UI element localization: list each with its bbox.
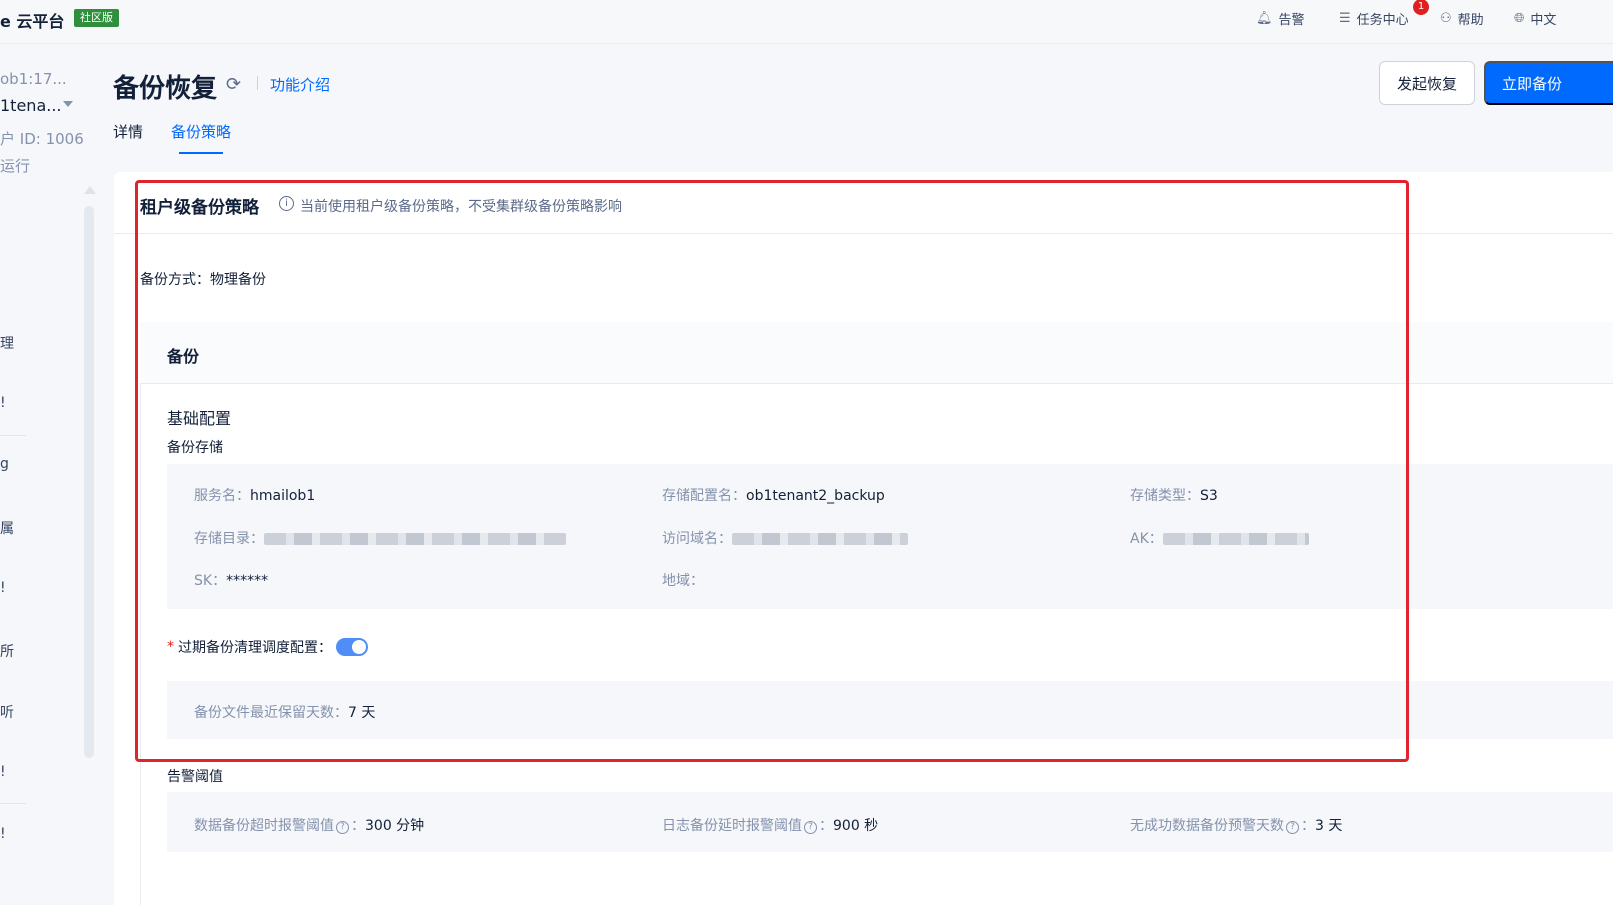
- log-delay-value: 900 秒: [833, 818, 879, 834]
- question-circle-icon[interactable]: ?: [804, 821, 817, 834]
- help-menu[interactable]: ⚇ 帮助: [1440, 9, 1484, 28]
- chevron-down-icon[interactable]: [63, 101, 73, 107]
- log-delay-field: 日志备份延时报警阈值? ：900 秒: [662, 818, 879, 834]
- alert-threshold-heading: 告警阈值: [167, 769, 223, 785]
- sidebar-tenant-id: 户 ID: 1006: [0, 130, 84, 148]
- sidebar-item[interactable]: 听: [0, 702, 14, 722]
- lightbulb-icon: ⚇: [1440, 11, 1452, 26]
- tab-details[interactable]: 详情: [113, 121, 143, 142]
- title-divider: [257, 76, 258, 90]
- sidebar-item[interactable]: 所: [0, 641, 14, 661]
- page-title: 备份恢复: [113, 74, 218, 104]
- alerts-label: 告警: [1278, 13, 1305, 28]
- data-timeout-value: 300 分钟: [365, 818, 425, 834]
- sidebar-item[interactable]: 理: [0, 333, 14, 353]
- sidebar-cluster-name: ob1:17...: [0, 70, 67, 88]
- sidebar-item[interactable]: !: [0, 580, 6, 596]
- task-center-menu[interactable]: ☰ 任务中心 1: [1339, 0, 1429, 28]
- list-icon: ☰: [1339, 11, 1351, 26]
- sidebar-divider: [0, 803, 26, 804]
- no-success-label: 无成功数据备份预警天数: [1130, 818, 1284, 834]
- task-count-badge: 1: [1413, 0, 1429, 15]
- globe-icon: 🌐︎: [1514, 11, 1525, 26]
- task-center-label: 任务中心: [1356, 13, 1409, 28]
- alerts-menu[interactable]: 🔔︎ 告警: [1256, 9, 1305, 28]
- brand-logo-text[interactable]: e 云平台: [0, 8, 64, 32]
- backup-now-button[interactable]: 立即备份: [1484, 61, 1613, 105]
- question-circle-icon[interactable]: ?: [336, 821, 349, 834]
- log-delay-label: 日志备份延时报警阈值: [662, 818, 802, 834]
- sidebar-item[interactable]: g: [0, 456, 9, 472]
- refresh-icon[interactable]: ⟳: [226, 74, 241, 95]
- sidebar-item[interactable]: !: [0, 395, 6, 411]
- start-restore-button[interactable]: 发起恢复: [1379, 61, 1475, 105]
- active-tab-indicator: [179, 152, 223, 154]
- bell-icon: 🔔︎: [1256, 11, 1273, 26]
- question-circle-icon[interactable]: ?: [1286, 821, 1299, 834]
- sidebar-item[interactable]: !: [0, 764, 6, 780]
- sidebar-item[interactable]: !: [0, 826, 6, 842]
- help-label: 帮助: [1457, 13, 1484, 28]
- sidebar-item[interactable]: 属: [0, 518, 14, 538]
- sidebar-tenant-selector[interactable]: 1tena...: [0, 96, 62, 115]
- sidebar-scrollbar[interactable]: [84, 206, 94, 758]
- feature-intro-link[interactable]: 功能介绍: [270, 74, 330, 95]
- sidebar-divider: [0, 435, 26, 436]
- no-success-field: 无成功数据备份预警天数? ：3 天: [1130, 818, 1343, 834]
- language-label: 中文: [1530, 13, 1557, 28]
- no-success-value: 3 天: [1315, 818, 1343, 834]
- data-timeout-field: 数据备份超时报警阈值? ：300 分钟: [194, 818, 425, 834]
- highlight-box: [135, 180, 1409, 762]
- top-bar: e 云平台 社区版 🔔︎ 告警 ☰ 任务中心 1 ⚇ 帮助 🌐︎ 中文: [0, 0, 1613, 44]
- data-timeout-label: 数据备份超时报警阈值: [194, 818, 334, 834]
- edition-badge: 社区版: [74, 9, 119, 27]
- tab-backup-policy[interactable]: 备份策略: [171, 121, 231, 142]
- sidebar-tenant-status: 运行: [0, 157, 31, 175]
- language-menu[interactable]: 🌐︎ 中文: [1514, 9, 1556, 28]
- scroll-up-icon[interactable]: [84, 186, 96, 194]
